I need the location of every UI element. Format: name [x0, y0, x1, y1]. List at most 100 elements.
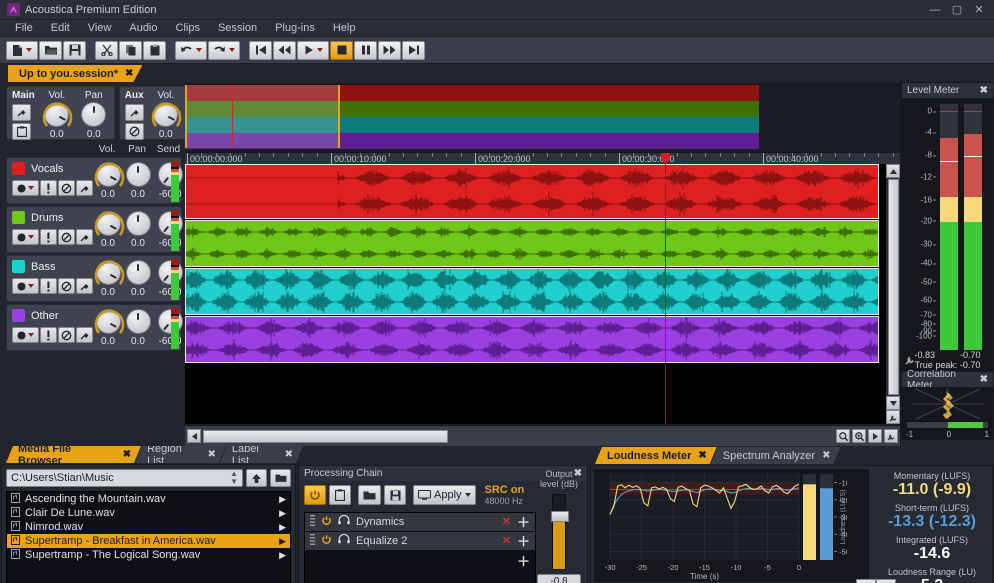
- file-preview-play-icon[interactable]: ▶: [279, 522, 286, 533]
- vertical-scroll-thumb[interactable]: [888, 179, 899, 395]
- main-clipboard-icon[interactable]: [12, 123, 31, 140]
- new-file-dropdown-caret[interactable]: [26, 48, 32, 52]
- chain-apply-caret[interactable]: [465, 493, 471, 497]
- correlation-meter-close-icon[interactable]: ✖: [980, 374, 988, 385]
- timeline-overview-minimap[interactable]: [185, 84, 900, 152]
- cut-button[interactable]: [95, 41, 118, 60]
- copy-button[interactable]: [119, 41, 142, 60]
- file-list[interactable]: Ascending the Mountain.wav▶Clair De Lune…: [6, 491, 291, 583]
- chain-save-button[interactable]: [384, 485, 406, 505]
- track-volume-knob[interactable]: [96, 309, 121, 334]
- effect-remove-icon[interactable]: ✕: [502, 534, 511, 547]
- go-to-end-button[interactable]: [402, 41, 425, 60]
- track-pan-knob[interactable]: [126, 162, 151, 187]
- bottom-left-tab-0[interactable]: Media File Browser✖: [6, 446, 141, 463]
- chain-open-button[interactable]: [358, 485, 381, 505]
- file-list-item[interactable]: Supertramp - The Logical Song.wav▶: [7, 548, 290, 562]
- pause-button[interactable]: [354, 41, 377, 60]
- add-effect-row[interactable]: ＋: [305, 551, 535, 570]
- level-meter-settings-icon[interactable]: [905, 354, 916, 368]
- audio-clip[interactable]: [185, 316, 879, 363]
- timeline-tools-icon[interactable]: [884, 429, 898, 443]
- menu-plugins[interactable]: Plug-ins: [266, 20, 324, 37]
- loudness-reset-button[interactable]: [856, 579, 876, 583]
- track-record-button[interactable]: [12, 327, 39, 343]
- menu-view[interactable]: View: [79, 20, 121, 37]
- level-meter-close-icon[interactable]: ✖: [980, 85, 988, 96]
- menu-file[interactable]: File: [6, 20, 42, 37]
- track-solo-button[interactable]: [40, 229, 57, 245]
- stop-button[interactable]: [330, 41, 353, 60]
- main-volume-knob[interactable]: [44, 102, 69, 127]
- track-solo-button[interactable]: [40, 327, 57, 343]
- correlation-meter-body[interactable]: -1 0 1: [902, 387, 993, 439]
- scroll-right-button[interactable]: [868, 429, 882, 443]
- redo-button[interactable]: [208, 41, 240, 60]
- file-list-item[interactable]: Clair De Lune.wav▶: [7, 506, 290, 520]
- overview-selection-region[interactable]: [185, 85, 340, 148]
- tab-close-icon[interactable]: ✖: [285, 449, 293, 460]
- track-fx-button[interactable]: [76, 278, 93, 294]
- track-record-button[interactable]: [12, 229, 39, 245]
- fast-forward-button[interactable]: [378, 41, 401, 60]
- menu-clips[interactable]: Clips: [167, 20, 209, 37]
- track-header[interactable]: Vocals0.00.0-60.0: [6, 157, 182, 204]
- tab-close-icon[interactable]: ✖: [698, 450, 706, 461]
- paste-button[interactable]: [143, 41, 166, 60]
- track-pan-knob[interactable]: [126, 211, 151, 236]
- close-button[interactable]: ✕: [968, 1, 990, 19]
- track-volume-knob[interactable]: [96, 260, 121, 285]
- track-volume-knob[interactable]: [96, 162, 121, 187]
- session-tab-close-icon[interactable]: ✖: [125, 68, 133, 79]
- track-mute-button[interactable]: [58, 327, 75, 343]
- menu-edit[interactable]: Edit: [42, 20, 79, 37]
- horizontal-scroll-thumb[interactable]: [203, 430, 448, 443]
- effect-row[interactable]: Dynamics✕＋: [305, 513, 535, 532]
- save-file-button[interactable]: [63, 41, 86, 60]
- track-volume-knob[interactable]: [96, 211, 121, 236]
- tab-close-icon[interactable]: ✖: [208, 449, 216, 460]
- aux-fx-icon[interactable]: [125, 104, 144, 121]
- chain-power-button[interactable]: [304, 485, 326, 505]
- chain-clipboard-button[interactable]: [329, 485, 351, 505]
- menu-session[interactable]: Session: [209, 20, 266, 37]
- track-solo-button[interactable]: [40, 180, 57, 196]
- track-record-button[interactable]: [12, 180, 39, 196]
- track-color-swatch[interactable]: [12, 260, 25, 273]
- browse-folder-button[interactable]: [270, 469, 291, 487]
- track-color-swatch[interactable]: [12, 309, 25, 322]
- audio-clip[interactable]: [185, 220, 879, 267]
- effect-add-icon[interactable]: ＋: [517, 512, 530, 531]
- effect-drag-handle-icon[interactable]: [310, 515, 315, 529]
- path-spinner-icon[interactable]: ▲▼: [230, 470, 238, 486]
- play-dropdown-caret[interactable]: [317, 48, 323, 52]
- file-preview-play-icon[interactable]: ▶: [279, 550, 286, 561]
- effects-list[interactable]: Dynamics✕＋Equalize 2✕＋＋: [304, 512, 536, 583]
- play-button[interactable]: [297, 41, 329, 60]
- file-list-item[interactable]: Ascending the Mountain.wav▶: [7, 492, 290, 506]
- effect-remove-icon[interactable]: ✕: [502, 515, 511, 528]
- timeline-settings-icon[interactable]: [886, 410, 900, 424]
- vertical-scrollbar[interactable]: [886, 164, 900, 424]
- horizontal-scrollbar[interactable]: [185, 425, 900, 446]
- bottom-left-tab-1[interactable]: Region List✖: [135, 446, 226, 463]
- bottom-left-tab-2[interactable]: Label List✖: [220, 446, 303, 463]
- file-list-item[interactable]: Nimrod.wav▶: [7, 520, 290, 534]
- menu-help[interactable]: Help: [324, 20, 365, 37]
- parent-folder-button[interactable]: [246, 469, 267, 487]
- session-tab[interactable]: Up to you.session* ✖: [8, 65, 142, 82]
- track-record-button[interactable]: [12, 278, 39, 294]
- track-color-swatch[interactable]: [12, 162, 25, 175]
- track-fx-button[interactable]: [76, 229, 93, 245]
- track-mute-button[interactable]: [58, 278, 75, 294]
- minimize-button[interactable]: —: [924, 1, 946, 19]
- scroll-down-button[interactable]: [886, 396, 900, 410]
- effect-power-icon[interactable]: [321, 534, 332, 548]
- audio-clip[interactable]: [185, 164, 879, 219]
- open-file-button[interactable]: [39, 41, 62, 60]
- zoom-out-button[interactable]: [836, 429, 850, 443]
- bottom-right-tab-0[interactable]: Loudness Meter✖: [595, 447, 717, 464]
- track-header[interactable]: Drums0.00.0-60.0: [6, 206, 182, 253]
- tab-close-icon[interactable]: ✖: [123, 449, 131, 460]
- file-preview-play-icon[interactable]: ▶: [279, 508, 286, 519]
